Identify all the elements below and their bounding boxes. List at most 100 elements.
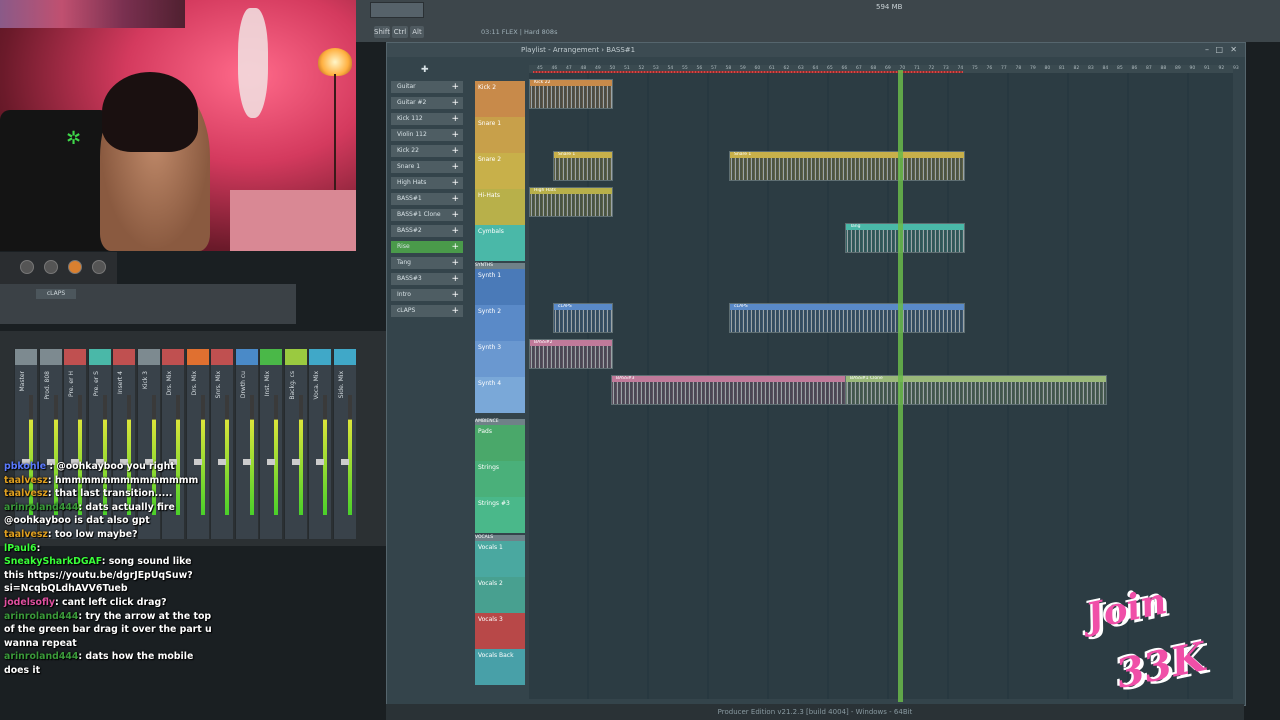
mixer-track-color bbox=[284, 349, 307, 365]
plus-icon[interactable]: + bbox=[451, 225, 459, 237]
track-header[interactable]: Vocals 1 bbox=[475, 541, 525, 577]
plus-icon[interactable]: + bbox=[451, 289, 459, 301]
track-header[interactable]: Hi-Hats bbox=[475, 189, 525, 225]
clip-waveform bbox=[730, 158, 964, 180]
maximize-icon[interactable]: □ bbox=[1215, 43, 1223, 57]
track-header[interactable]: Snare 1 bbox=[475, 117, 525, 153]
playlist-clip[interactable]: Kick 22 bbox=[529, 79, 613, 109]
pattern-item[interactable]: BASS#2 + bbox=[391, 225, 463, 237]
track-header[interactable]: Strings #3 bbox=[475, 497, 525, 533]
ruler-bar-number: 55 bbox=[682, 66, 688, 71]
plus-icon[interactable]: + bbox=[451, 97, 459, 109]
ruler-bar-number: 84 bbox=[1102, 66, 1109, 71]
ctrl-key-button[interactable]: Ctrl bbox=[392, 26, 408, 38]
mixer-track-label: Drwth cu bbox=[239, 371, 247, 399]
pattern-label: Violin 112 bbox=[397, 131, 427, 138]
plus-icon[interactable]: + bbox=[451, 273, 459, 285]
chat-username[interactable]: jodelsofly bbox=[4, 597, 55, 608]
pitch-knob[interactable] bbox=[68, 260, 82, 274]
volume-knob[interactable] bbox=[44, 260, 58, 274]
track-header[interactable]: Pads bbox=[475, 425, 525, 461]
plus-icon[interactable]: + bbox=[451, 113, 459, 125]
close-icon[interactable]: ✕ bbox=[1230, 43, 1237, 57]
playlist-clip[interactable]: Snare 1 bbox=[729, 151, 965, 181]
minimize-icon[interactable]: – bbox=[1205, 43, 1209, 57]
plus-icon[interactable]: + bbox=[451, 177, 459, 189]
pattern-item[interactable]: Snare 1 + bbox=[391, 161, 463, 173]
plus-icon[interactable]: + bbox=[451, 257, 459, 269]
track-header[interactable]: Cymbals bbox=[475, 225, 525, 261]
playlist-clip[interactable]: cLAPS bbox=[553, 303, 613, 333]
track-header[interactable]: Synth 2 bbox=[475, 305, 525, 341]
chat-username[interactable]: lPaul6 bbox=[4, 543, 37, 554]
track-header[interactable]: Strings bbox=[475, 461, 525, 497]
mixer-track-color bbox=[260, 349, 282, 365]
pattern-item[interactable]: Rise + bbox=[391, 241, 463, 253]
pattern-item[interactable]: Kick 112 + bbox=[391, 113, 463, 125]
pattern-item[interactable]: Tang + bbox=[391, 257, 463, 269]
plus-icon[interactable]: + bbox=[451, 209, 459, 221]
chat-username[interactable]: arinroland444 bbox=[4, 651, 78, 662]
pattern-item[interactable]: BASS#3 + bbox=[391, 273, 463, 285]
track-header[interactable]: Vocals 2 bbox=[475, 577, 525, 613]
plus-icon[interactable]: + bbox=[451, 305, 459, 317]
track-header[interactable]: Synth 4 bbox=[475, 377, 525, 413]
track-group-header[interactable]: VOCALS bbox=[475, 535, 525, 541]
chat-username[interactable]: pbkohle bbox=[4, 461, 46, 472]
playlist-clip[interactable]: Snare 1 bbox=[553, 151, 613, 181]
chat-username[interactable]: arinroland444 bbox=[4, 611, 78, 622]
chat-username[interactable]: SneakySharkDGAF bbox=[4, 556, 102, 567]
pattern-label: High Hats bbox=[397, 179, 427, 186]
chat-username[interactable]: taalvesz bbox=[4, 488, 48, 499]
pattern-item[interactable]: cLAPS + bbox=[391, 305, 463, 317]
pattern-item[interactable]: Guitar + bbox=[391, 81, 463, 93]
mixer-track-label: Master bbox=[19, 371, 26, 392]
pattern-item[interactable]: Violin 112 + bbox=[391, 129, 463, 141]
track-group-header[interactable]: AMBIENCE bbox=[475, 419, 525, 425]
playlist-clip[interactable]: cLAPS bbox=[729, 303, 965, 333]
plus-icon[interactable]: + bbox=[451, 241, 459, 253]
alt-key-button[interactable]: Alt bbox=[410, 26, 424, 38]
track-header[interactable]: Kick 2 bbox=[475, 81, 525, 117]
track-header[interactable]: Synth 1 bbox=[475, 269, 525, 305]
ruler-bar-number: 83 bbox=[1088, 66, 1094, 71]
pattern-item[interactable]: BASS#1 + bbox=[391, 193, 463, 205]
track-header[interactable]: Vocals Back bbox=[475, 649, 525, 685]
plus-icon[interactable]: + bbox=[451, 161, 459, 173]
playlist-clip[interactable]: BASS#3 bbox=[611, 375, 847, 405]
playhead-marker[interactable] bbox=[898, 70, 903, 702]
track-header[interactable]: Vocals 3 bbox=[475, 613, 525, 649]
playlist-titlebar[interactable]: Playlist - Arrangement › BASS#1 ✕ □ – bbox=[387, 43, 1245, 57]
playlist-clip[interactable]: BASS#2 bbox=[529, 339, 613, 369]
chat-text: of the green bar drag it over the part u bbox=[4, 624, 212, 636]
playlist-clip[interactable]: Tang bbox=[845, 223, 965, 253]
pattern-item[interactable]: Kick 22 + bbox=[391, 145, 463, 157]
chat-username[interactable]: taalvesz bbox=[4, 475, 48, 486]
playlist-clip[interactable]: BASS#1 Clone bbox=[845, 375, 1107, 405]
mixer-track-color bbox=[211, 349, 233, 365]
ruler-bar-number: 68 bbox=[870, 66, 877, 71]
chat-username[interactable]: taalvesz bbox=[4, 529, 48, 540]
track-group-header[interactable]: SYNTHS bbox=[475, 263, 525, 269]
plus-icon[interactable]: + bbox=[451, 145, 459, 157]
mixer-track-label: Snrs. Mix bbox=[215, 371, 222, 399]
ruler-bar-number: 57 bbox=[711, 66, 717, 71]
pattern-item[interactable]: Guitar #2 + bbox=[391, 97, 463, 109]
track-header[interactable]: Synth 3 bbox=[475, 341, 525, 377]
track-header[interactable]: Snare 2 bbox=[475, 153, 525, 189]
pattern-item[interactable]: Intro + bbox=[391, 289, 463, 301]
range-knob[interactable] bbox=[92, 260, 106, 274]
pattern-item[interactable]: High Hats + bbox=[391, 177, 463, 189]
pattern-item[interactable]: BASS#1 Clone + bbox=[391, 209, 463, 221]
add-pattern-icon[interactable]: ✚ bbox=[421, 65, 429, 75]
playlist-clip[interactable]: High Hats bbox=[529, 187, 613, 217]
chat-username[interactable]: arinroland444 bbox=[4, 502, 78, 513]
pan-knob[interactable] bbox=[20, 260, 34, 274]
plus-icon[interactable]: + bbox=[451, 129, 459, 141]
shift-key-button[interactable]: Shift bbox=[374, 26, 390, 38]
mixer-track-color bbox=[39, 349, 62, 365]
plus-icon[interactable]: + bbox=[451, 81, 459, 93]
plus-icon[interactable]: + bbox=[451, 193, 459, 205]
channel-button[interactable]: cLAPS bbox=[36, 289, 76, 299]
pattern-label: Kick 22 bbox=[397, 147, 419, 154]
